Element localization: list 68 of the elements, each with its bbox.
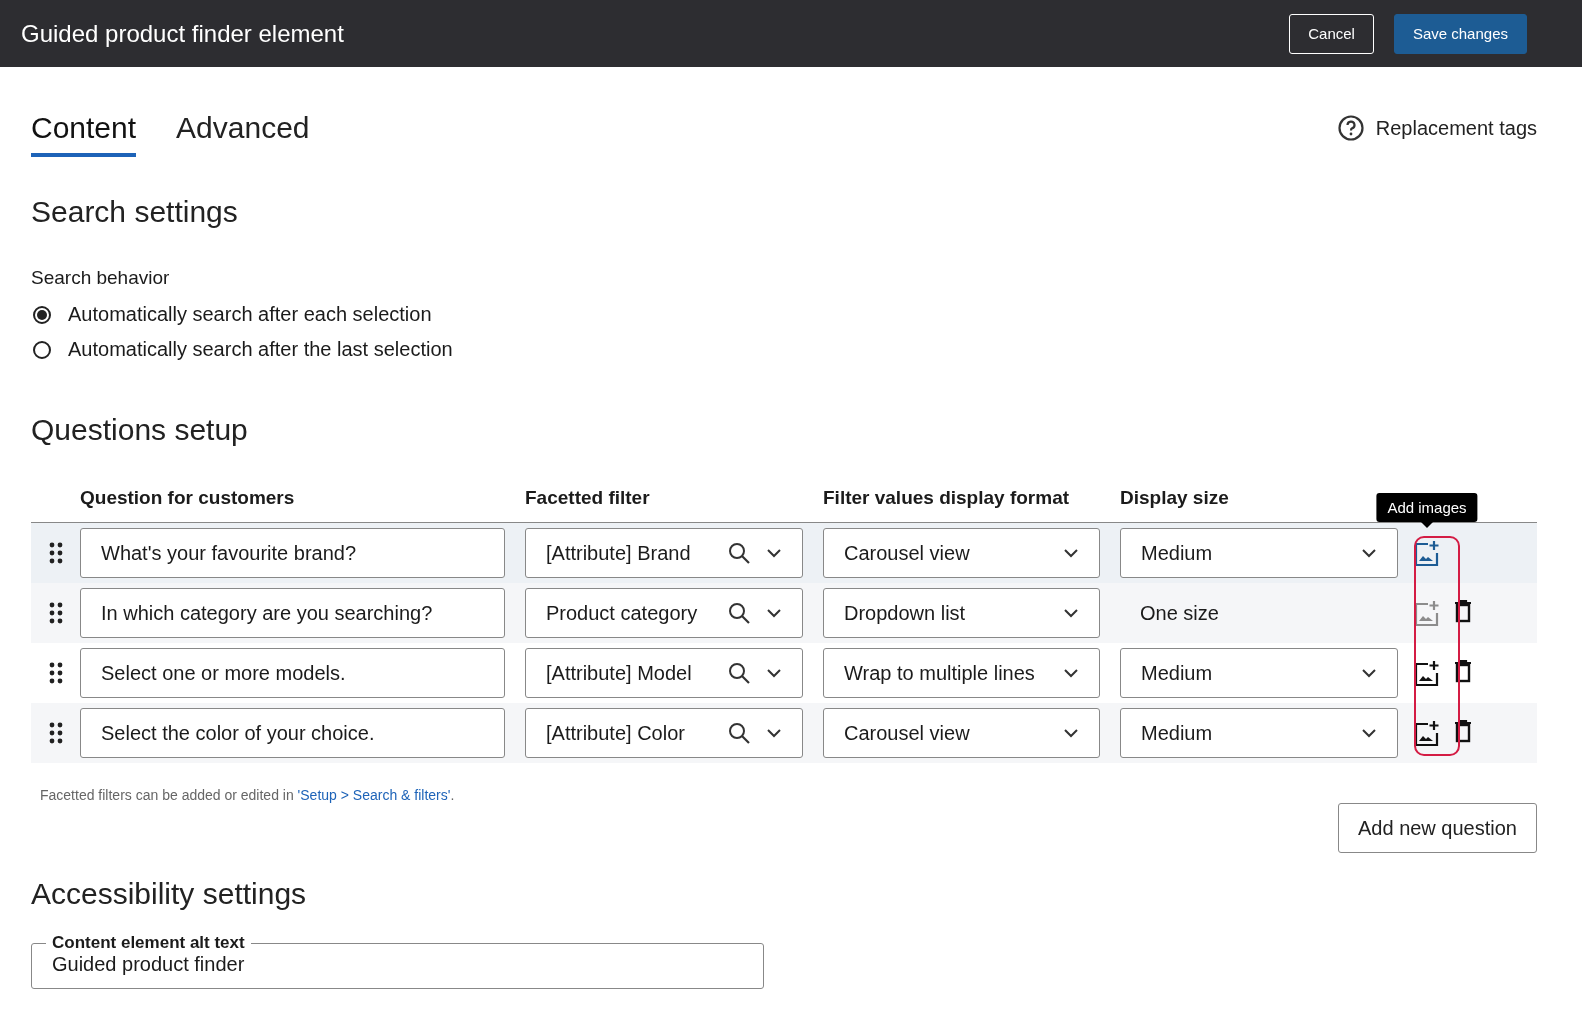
drag-handle-icon[interactable] — [48, 542, 63, 564]
help-note: Facetted filters can be added or edited in 'Setup > Search & filters'. — [40, 787, 456, 803]
drag-handle-icon[interactable] — [48, 722, 63, 744]
field-label: Search behavior — [31, 267, 171, 289]
field-label: Content element alt text — [51, 933, 246, 953]
chevron-down-icon — [1063, 728, 1079, 738]
format-dropdown[interactable]: Dropdown list — [823, 588, 1100, 638]
tooltip: Add images — [1376, 493, 1478, 522]
save-button[interactable]: Save changes — [1393, 13, 1527, 54]
chevron-down-icon — [766, 728, 782, 738]
radio-label[interactable]: Automatically search after the last selection — [68, 338, 453, 361]
format-dropdown[interactable]: Wrap to multiple lines — [823, 648, 1100, 698]
question-input[interactable]: What's your favourite brand? — [80, 528, 505, 578]
radio-label[interactable]: Automatically search after each selection — [68, 303, 432, 326]
size-dropdown[interactable]: Medium — [1120, 648, 1398, 698]
help-icon[interactable] — [1337, 115, 1364, 141]
search-icon — [728, 662, 750, 684]
chevron-down-icon — [1361, 548, 1377, 558]
image-add-icon[interactable] — [1414, 660, 1440, 686]
filter-combobox[interactable]: [Attribute] Model — [525, 648, 803, 698]
trash-icon[interactable] — [1454, 599, 1472, 623]
alt-text-field[interactable]: Content element alt text Guided product finder — [31, 933, 764, 989]
replacement-tags-link[interactable]: Replacement tags — [1375, 116, 1537, 140]
size-dropdown[interactable]: Medium — [1120, 708, 1398, 758]
chevron-down-icon — [766, 608, 782, 618]
tab[interactable]: Advanced — [176, 105, 310, 157]
chevron-down-icon — [1361, 728, 1377, 738]
format-dropdown[interactable]: Carousel view — [823, 528, 1100, 578]
column-header: Display size — [1120, 487, 1229, 510]
chevron-down-icon — [1063, 668, 1079, 678]
search-icon — [728, 542, 750, 564]
radio-button[interactable] — [33, 340, 51, 359]
filter-combobox[interactable]: [Attribute] Brand — [525, 528, 803, 578]
image-add-icon[interactable] — [1414, 720, 1440, 746]
column-header: Filter values display format — [823, 487, 1070, 510]
chevron-down-icon — [766, 668, 782, 678]
section-heading: Questions setup — [31, 413, 249, 447]
question-input[interactable]: Select one or more models. — [80, 648, 505, 698]
drag-handle-icon[interactable] — [48, 602, 63, 624]
image-add-icon[interactable] — [1414, 540, 1440, 566]
question-input[interactable]: Select the color of your choice. — [80, 708, 505, 758]
trash-icon[interactable] — [1454, 719, 1472, 743]
section-heading: Accessibility settings — [31, 877, 308, 911]
chevron-down-icon — [1063, 548, 1079, 558]
trash-icon[interactable] — [1454, 659, 1472, 683]
column-header: Facetted filter — [525, 487, 650, 510]
chevron-down-icon — [1063, 608, 1079, 618]
setup-link[interactable]: 'Setup > Search & filters' — [297, 787, 451, 803]
search-icon — [728, 722, 750, 744]
format-dropdown[interactable]: Carousel view — [823, 708, 1100, 758]
size-dropdown[interactable]: Medium — [1120, 528, 1398, 578]
field-value: Guided product finder — [52, 953, 245, 975]
chevron-down-icon — [766, 548, 782, 558]
chevron-down-icon — [1361, 668, 1377, 678]
tab[interactable]: Content — [31, 105, 137, 157]
search-icon — [728, 602, 750, 624]
radio-button[interactable] — [33, 305, 51, 324]
size-text: One size — [1139, 601, 1219, 624]
tooltip-arrow-icon — [1421, 522, 1433, 528]
cancel-button[interactable]: Cancel — [1289, 13, 1374, 54]
drag-handle-icon[interactable] — [48, 662, 63, 684]
filter-combobox[interactable]: [Attribute] Color — [525, 708, 803, 758]
add-question-button[interactable]: Add new question — [1338, 803, 1537, 853]
filter-combobox[interactable]: Product category — [525, 588, 803, 638]
question-input[interactable]: In which category are you searching? — [80, 588, 505, 638]
window-title: Guided product finder element — [21, 19, 345, 48]
column-header: Question for customers — [80, 487, 295, 510]
section-heading: Search settings — [31, 195, 239, 229]
